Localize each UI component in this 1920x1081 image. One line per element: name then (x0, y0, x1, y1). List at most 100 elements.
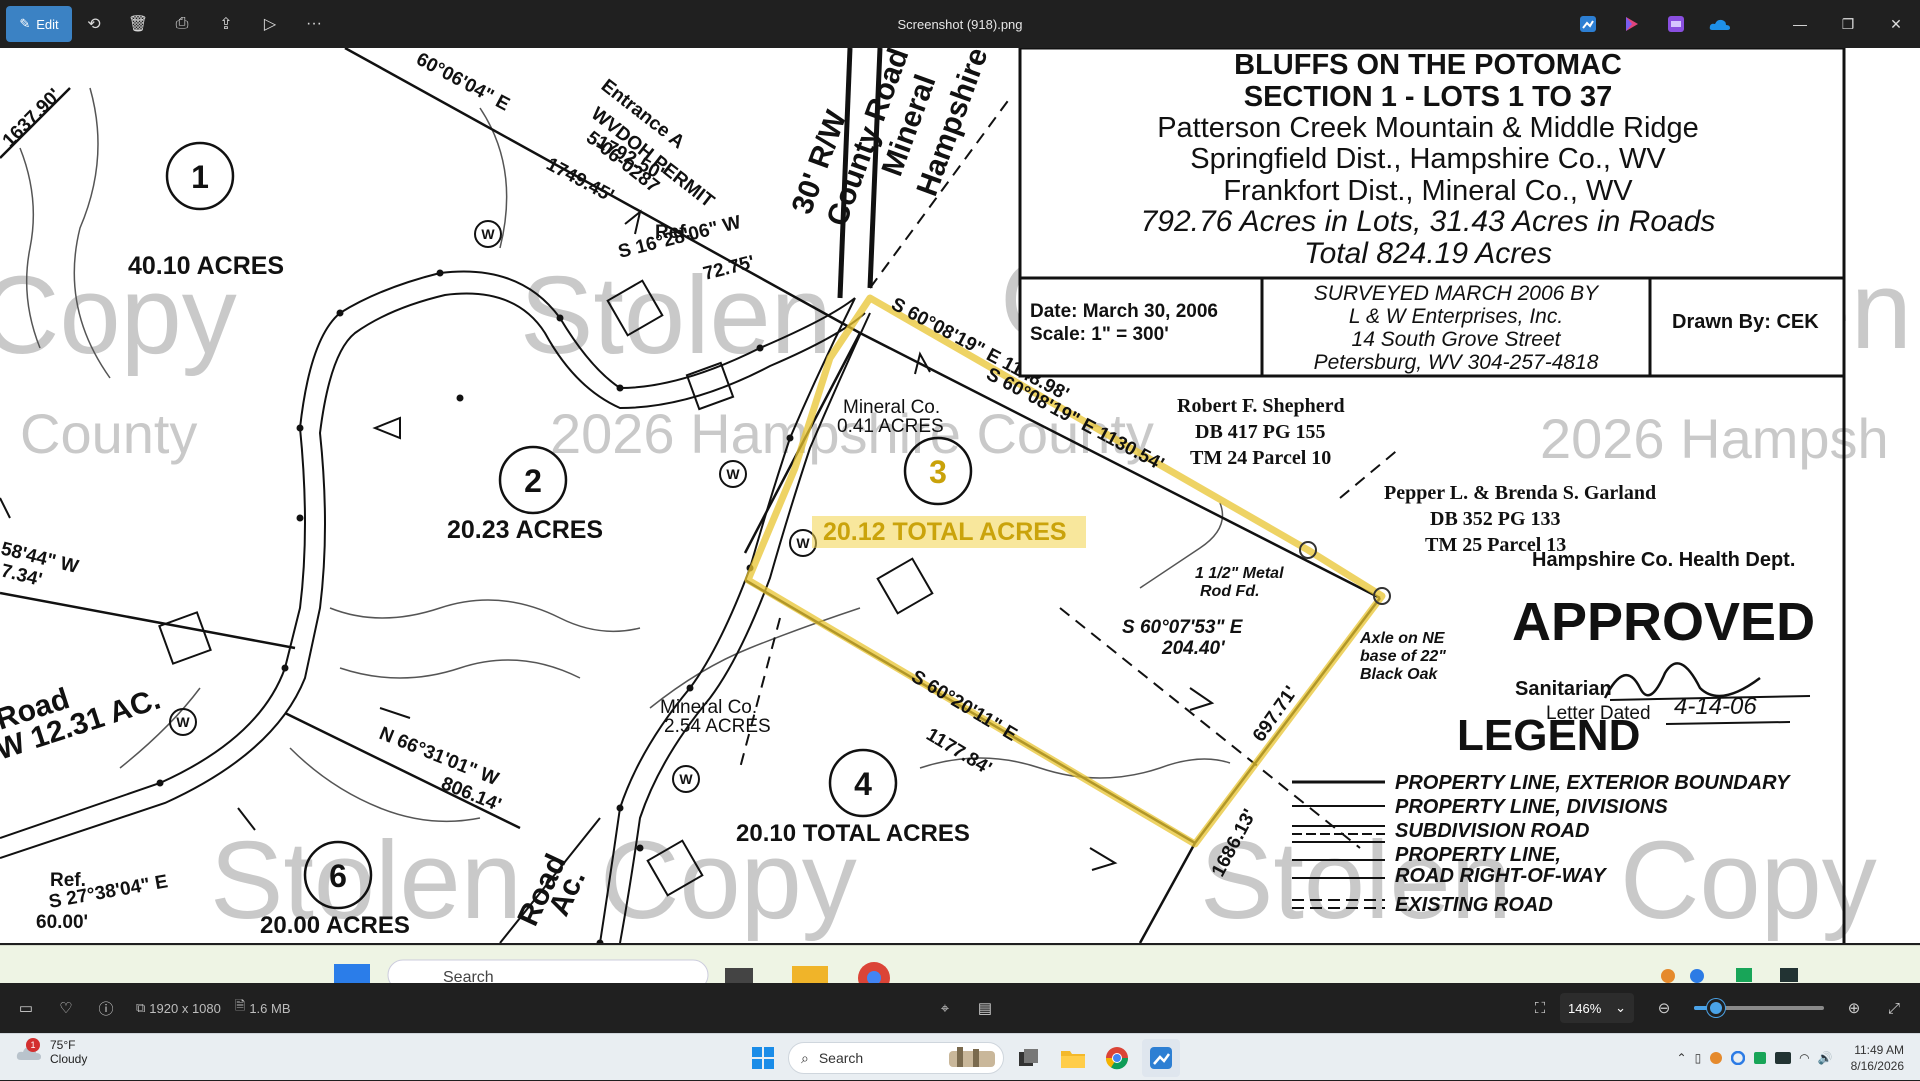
image-dimensions: 1920 x 1080 (149, 1000, 221, 1016)
close-button[interactable]: ✕ (1872, 0, 1920, 48)
file-size: 1.6 MB (249, 1000, 291, 1016)
rod-label-2: Rod Fd. (1200, 583, 1260, 600)
favorite-button[interactable]: ♡ (46, 983, 86, 1033)
chevron-up-icon[interactable]: ⌃ (1677, 1051, 1687, 1065)
weather-badge: 1 (26, 1038, 40, 1052)
search-icon: ⌕ (801, 1049, 809, 1066)
image-viewport[interactable]: Copy Stolen Copy Stolen County 2026 Hamp… (0, 48, 1920, 943)
plat-location-1: Patterson Creek Mountain & Middle Ridge (1157, 112, 1699, 144)
chrome-icon (1105, 1047, 1129, 1070)
legend-item-1: PROPERTY LINE, EXTERIOR BOUNDARY (1395, 772, 1791, 794)
plat-subtitle: SECTION 1 - LOTS 1 TO 37 (1244, 81, 1613, 113)
windows-taskbar: 1 75°F Cloudy ⌕ Search ⌃ ▯ ◠ 🔊 11:49 AM … (0, 1033, 1920, 1080)
usb-icon[interactable]: ▯ (1695, 1051, 1702, 1065)
weather-widget[interactable]: 1 75°F Cloudy (16, 1038, 87, 1066)
file-info-button[interactable]: ⓘ (86, 983, 126, 1033)
restore-button[interactable]: ❐ (1824, 0, 1872, 48)
fullscreen-button[interactable]: ⤢ (1874, 983, 1914, 1033)
photos-taskbar-button[interactable] (1142, 1039, 1180, 1077)
task-view-button[interactable] (1010, 1039, 1048, 1077)
edit-button[interactable]: ✎ Edit (6, 6, 72, 42)
zoom-out-icon: ⊖ (1657, 1000, 1671, 1017)
lot-4-acres: 20.10 TOTAL ACRES (736, 820, 970, 847)
onedrive-app-button[interactable] (1698, 0, 1742, 48)
survey-plat: Copy Stolen Copy Stolen County 2026 Hamp… (0, 48, 1920, 943)
share-button[interactable]: ⇪ (204, 6, 248, 42)
chrome-button[interactable] (1098, 1039, 1136, 1077)
owner-garland-2: DB 352 PG 133 (1430, 508, 1561, 530)
svg-text:W: W (176, 714, 190, 730)
photos-app-button[interactable] (1566, 0, 1610, 48)
lot-2-acres: 20.23 ACRES (447, 516, 603, 544)
plat-title: BLUFFS ON THE POTOMAC (1234, 49, 1622, 81)
start-button[interactable] (744, 1039, 782, 1077)
watermark-hampshire-2: 2026 Hampsh (1540, 407, 1889, 470)
fit-to-window-button[interactable]: ⛶ (1520, 983, 1560, 1033)
delete-button[interactable]: 🗑 (116, 6, 160, 42)
surveyed-line-3: 14 South Grove Street (1352, 328, 1562, 351)
watermark-copy-4: Copy (1620, 819, 1877, 942)
clock[interactable]: 11:49 AM 8/16/2026 (1851, 1042, 1904, 1074)
tray-app-icon-2[interactable] (1731, 1050, 1746, 1065)
surveyed-line-1: SURVEYED MARCH 2006 BY (1314, 282, 1600, 305)
lot-bottom-acres: 20.00 ACRES (260, 912, 410, 939)
lot-2-number: 2 (524, 463, 542, 499)
print-button[interactable]: ⎙ (160, 6, 204, 42)
legend-title: LEGEND (1457, 711, 1640, 760)
info-icon: ⓘ (98, 1000, 114, 1018)
cloud-icon: 1 (16, 1038, 42, 1062)
plat-acreage: 792.76 Acres in Lots, 31.43 Acres in Roa… (1141, 205, 1716, 238)
watermark-county: County (20, 402, 197, 465)
owner-shepherd-3: TM 24 Parcel 10 (1190, 447, 1331, 469)
mineral-co-2-acres: 2.54 ACRES (664, 716, 771, 737)
embedded-taskbar-graphic: Search (334, 959, 1798, 983)
zoom-slider[interactable] (1694, 999, 1824, 1017)
zoom-in-button[interactable]: ⊕ (1834, 983, 1874, 1033)
heart-icon: ♡ (59, 1000, 73, 1017)
svg-text:W: W (481, 226, 495, 242)
surveyed-line-4: Petersburg, WV 304-257-4818 (1314, 351, 1599, 374)
mineral-co-1-acres: 0.41 ACRES (837, 416, 944, 437)
onedrive-icon (1709, 19, 1730, 30)
expand-icon: ⤢ (1887, 999, 1900, 1017)
lot-4-number: 4 (854, 766, 872, 802)
wifi-icon[interactable]: ◠ (1799, 1051, 1809, 1065)
axle-label-2: base of 22" (1360, 648, 1446, 665)
more-button[interactable]: ··· (292, 6, 336, 42)
taskbar-search[interactable]: ⌕ Search (788, 1042, 1004, 1074)
tray-app-icon-1[interactable] (1709, 1051, 1723, 1065)
clipchamp-app-button[interactable] (1654, 0, 1698, 48)
zoom-slider-knob[interactable] (1707, 999, 1726, 1017)
file-explorer-button[interactable] (1054, 1039, 1092, 1077)
axle-label-3: Black Oak (1360, 666, 1438, 683)
bearing-ref-1: Ref. (655, 222, 691, 243)
copy-text-button[interactable]: ▤ (965, 983, 1005, 1033)
designer-app-button[interactable] (1610, 0, 1654, 48)
filmstrip-icon: ▭ (18, 1000, 34, 1017)
zoom-in-icon: ⊕ (1847, 1000, 1861, 1017)
printer-icon: ⎙ (175, 15, 189, 32)
legend-item-2: PROPERTY LINE, DIVISIONS (1395, 796, 1668, 818)
filmstrip-button[interactable]: ▭ (6, 983, 46, 1033)
visual-search-button[interactable]: ⌖ (925, 983, 965, 1033)
tray-app-icon-4[interactable] (1775, 1051, 1792, 1065)
svg-text:W: W (796, 535, 810, 551)
plat-scale: Scale: 1" = 300' (1030, 324, 1169, 345)
lot-3-number: 3 (929, 454, 947, 490)
edit-icon: ✎ (19, 16, 31, 31)
rotate-button[interactable]: ⟲ (72, 6, 116, 42)
slideshow-button[interactable]: ▷ (248, 6, 292, 42)
visual-search-icon: ⌖ (940, 999, 950, 1017)
minimize-button[interactable]: — (1776, 0, 1824, 48)
weather-temp: 75°F (50, 1038, 76, 1052)
zoom-dropdown[interactable]: 146% ⌄ (1560, 993, 1634, 1023)
photos-taskbar-icon (1150, 1047, 1172, 1069)
approved-stamp: APPROVED (1512, 592, 1815, 652)
health-dept: Hampshire Co. Health Dept. (1532, 549, 1795, 571)
volume-icon[interactable]: 🔊 (1818, 1051, 1833, 1065)
lot-6-number: 6 (329, 858, 347, 894)
restore-icon: ❐ (1841, 15, 1855, 32)
zoom-out-button[interactable]: ⊖ (1644, 983, 1684, 1033)
tray-app-icon-3[interactable] (1753, 1051, 1767, 1065)
photos-icon (1580, 16, 1596, 32)
